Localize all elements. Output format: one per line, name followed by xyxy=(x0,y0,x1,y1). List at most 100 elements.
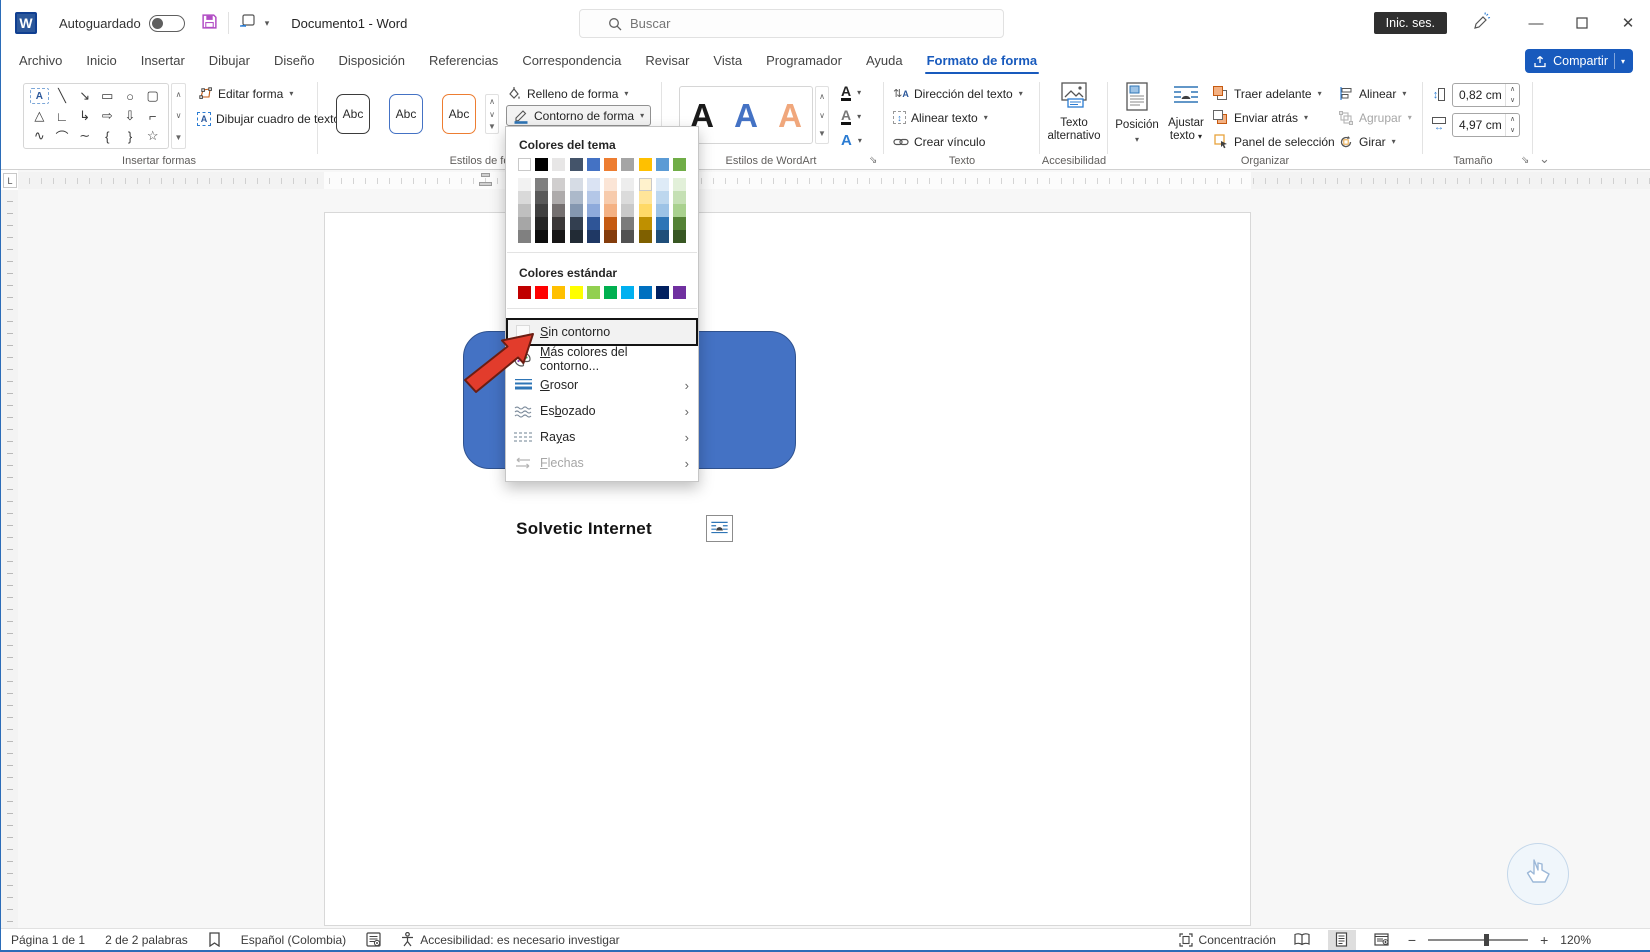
text-outline-button[interactable]: A ▾ xyxy=(841,106,861,127)
shape-styles-scroll[interactable]: ∧ ∨ ▼ xyxy=(485,94,499,134)
right-arrow-shape-icon[interactable]: ⇨ xyxy=(96,106,119,126)
theme-variant-swatch[interactable] xyxy=(621,230,635,243)
coming-soon-megaphone-icon[interactable] xyxy=(1473,12,1491,34)
theme-variant-swatch[interactable] xyxy=(604,217,618,230)
gallery-down-icon[interactable]: ∨ xyxy=(172,105,185,126)
position-button[interactable]: Posición ▾ xyxy=(1113,82,1161,145)
theme-variant-swatch[interactable] xyxy=(518,217,531,230)
wordart-style-3[interactable]: A xyxy=(778,99,802,132)
rectangle-shape-icon[interactable]: ▭ xyxy=(96,86,119,106)
editor-icon[interactable] xyxy=(366,932,381,947)
accessibility-status[interactable]: Accesibilidad: es necesario investigar xyxy=(401,932,620,947)
width-spin-arrows[interactable]: ∧ ∨ xyxy=(1505,113,1519,136)
wrap-text-button[interactable]: Ajustar texto ▾ xyxy=(1161,82,1211,144)
theme-variant-swatch[interactable] xyxy=(586,191,600,204)
theme-color-swatch[interactable] xyxy=(569,158,583,171)
tab-archivo[interactable]: Archivo xyxy=(7,49,74,72)
tab-correspondencia[interactable]: Correspondencia xyxy=(510,49,633,72)
zoom-in-button[interactable]: + xyxy=(1540,932,1548,948)
page-indicator[interactable]: Página 1 de 1 xyxy=(11,933,85,947)
theme-variant-swatch[interactable] xyxy=(672,204,686,217)
text-effects-button[interactable]: A ▾ xyxy=(841,130,862,151)
height-spinner[interactable]: ∧∨ xyxy=(1452,82,1520,107)
focus-mode-button[interactable]: Concentración xyxy=(1178,933,1276,947)
gallery-more-icon[interactable]: ▼ xyxy=(172,127,185,148)
proofing-icon[interactable] xyxy=(208,932,221,947)
tab-diseño[interactable]: Diseño xyxy=(262,49,326,72)
zoom-slider-thumb[interactable] xyxy=(1484,933,1490,946)
sign-in-button[interactable]: Inic. ses. xyxy=(1373,12,1447,34)
document-page[interactable] xyxy=(324,212,1251,926)
theme-variant-swatch[interactable] xyxy=(586,204,600,217)
tab-insertar[interactable]: Insertar xyxy=(129,49,197,72)
theme-variant-swatch[interactable] xyxy=(518,230,531,243)
text-fill-button[interactable]: A ▾ xyxy=(841,82,861,103)
height-spin-arrows[interactable]: ∧ ∨ xyxy=(1505,83,1519,106)
theme-variant-swatch[interactable] xyxy=(518,204,531,217)
theme-variant-swatch[interactable] xyxy=(535,191,549,204)
theme-color-swatch[interactable] xyxy=(604,158,618,171)
minimize-button[interactable]: — xyxy=(1513,0,1559,46)
tab-vista[interactable]: Vista xyxy=(701,49,754,72)
tab-formato-de-forma[interactable]: Formato de forma xyxy=(915,49,1050,74)
standard-color-swatch[interactable] xyxy=(638,286,652,299)
triangle-shape-icon[interactable]: △ xyxy=(28,106,51,126)
shape-style-preset-3[interactable]: Abc xyxy=(442,94,476,134)
arc-shape-icon[interactable]: ⌒ xyxy=(51,126,74,146)
share-button[interactable]: Compartir ▾ xyxy=(1525,49,1633,73)
tab-revisar[interactable]: Revisar xyxy=(633,49,701,72)
zoom-out-button[interactable]: − xyxy=(1408,932,1416,948)
theme-variant-swatch[interactable] xyxy=(655,204,669,217)
star-shape-icon[interactable]: ☆ xyxy=(141,126,164,146)
elbow-connector-shape-icon[interactable]: ∟ xyxy=(51,106,74,126)
indent-marker[interactable] xyxy=(479,182,492,186)
elbow-arrow-connector-shape-icon[interactable]: ↳ xyxy=(73,106,96,126)
word-logo-icon[interactable]: W xyxy=(15,12,37,34)
theme-variant-swatch[interactable] xyxy=(535,217,549,230)
wordart-up-icon[interactable]: ∧ xyxy=(816,87,828,106)
indent-marker[interactable] xyxy=(481,173,490,177)
theme-variant-swatch[interactable] xyxy=(586,217,600,230)
menu-item-flechas[interactable]: Flechas › xyxy=(506,450,698,476)
align-text-button[interactable]: ↕ Alinear texto ▾ xyxy=(893,107,988,128)
theme-variant-swatch[interactable] xyxy=(552,191,566,204)
standard-color-swatch[interactable] xyxy=(604,286,618,299)
curve-shape-icon[interactable]: ∼ xyxy=(73,126,96,146)
theme-variant-swatch[interactable] xyxy=(552,217,566,230)
theme-variant-swatch[interactable] xyxy=(569,178,583,191)
theme-variant-swatch[interactable] xyxy=(569,204,583,217)
theme-color-swatch[interactable] xyxy=(586,158,600,171)
left-brace-shape-icon[interactable]: { xyxy=(96,126,119,146)
theme-variant-swatch[interactable] xyxy=(569,230,583,243)
tab-stop-selector[interactable]: L xyxy=(3,173,17,188)
standard-color-swatch[interactable] xyxy=(518,286,531,299)
save-icon[interactable] xyxy=(201,13,218,34)
tab-inicio[interactable]: Inicio xyxy=(74,49,128,72)
theme-variant-swatch[interactable] xyxy=(638,230,652,243)
theme-color-swatch[interactable] xyxy=(655,158,669,171)
quick-access-chevron-icon[interactable]: ▾ xyxy=(265,18,270,29)
align-button[interactable]: Alinear ▾ xyxy=(1338,83,1406,104)
menu-item-rayas[interactable]: Rayas › xyxy=(506,424,698,450)
theme-variant-swatch[interactable] xyxy=(552,178,566,191)
line-shape-icon[interactable]: ╲ xyxy=(51,86,74,106)
theme-variant-swatch[interactable] xyxy=(535,204,549,217)
collapse-ribbon-icon[interactable]: ⌄ xyxy=(1539,151,1550,167)
zoom-slider[interactable] xyxy=(1428,933,1529,946)
theme-variant-swatch[interactable] xyxy=(621,191,635,204)
bring-forward-button[interactable]: Traer adelante ▾ xyxy=(1213,83,1322,104)
theme-color-swatch[interactable] xyxy=(672,158,686,171)
styles-down-icon[interactable]: ∨ xyxy=(486,108,498,121)
theme-variant-swatch[interactable] xyxy=(638,217,652,230)
alt-text-button[interactable]: Texto alternativo xyxy=(1045,82,1103,144)
theme-variant-swatch[interactable] xyxy=(655,178,669,191)
edit-shape-button[interactable]: Editar forma ▾ xyxy=(197,83,293,104)
word-count[interactable]: 2 de 2 palabras xyxy=(105,933,188,947)
gallery-up-icon[interactable]: ∧ xyxy=(172,84,185,105)
draw-textbox-button[interactable]: A Dibujar cuadro de texto xyxy=(197,108,340,129)
theme-variant-swatch[interactable] xyxy=(535,230,549,243)
theme-variant-swatch[interactable] xyxy=(672,178,686,191)
theme-variant-swatch[interactable] xyxy=(621,204,635,217)
standard-color-swatch[interactable] xyxy=(535,286,549,299)
theme-variant-swatch[interactable] xyxy=(518,191,531,204)
